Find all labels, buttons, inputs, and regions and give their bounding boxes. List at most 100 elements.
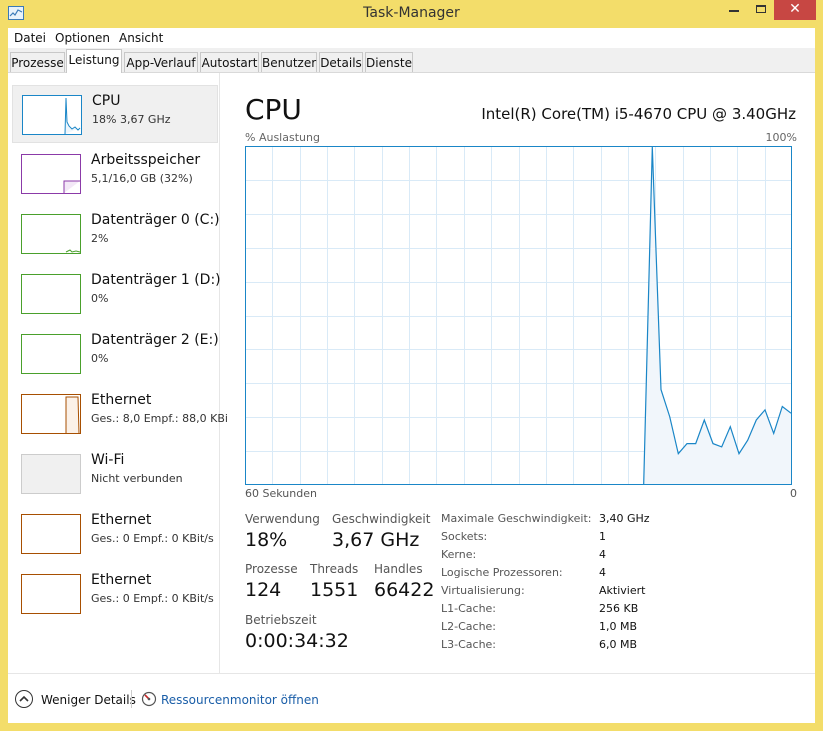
tab-leistung[interactable]: Leistung	[66, 49, 122, 73]
cpu-model-name: Intel(R) Core(TM) i5-4670 CPU @ 3.40GHz	[481, 105, 796, 123]
sidebar-item-label: Datenträger 2 (E:)	[91, 332, 219, 348]
maximize-icon	[756, 5, 766, 13]
minimize-icon	[729, 10, 739, 12]
chevron-up-icon[interactable]	[15, 690, 33, 708]
ethernet-1-thumbnail-graph	[21, 394, 81, 434]
spec-value: 256 KB	[599, 602, 639, 615]
stat-label-verwendung: Verwendung	[245, 512, 320, 526]
stat-label-geschwindigkeit: Geschwindigkeit	[332, 512, 431, 526]
maximize-button[interactable]	[748, 0, 774, 20]
graph-x-left-label: 60 Sekunden	[245, 487, 317, 500]
sidebar-item-ethernet-3[interactable]: Ethernet Ges.: 0 Empf.: 0 KBit/s	[12, 565, 218, 623]
stat-value-threads: 1551	[310, 579, 359, 601]
sidebar-item-cpu[interactable]: CPU 18% 3,67 GHz	[12, 85, 218, 143]
sidebar-item-value: 0%	[91, 352, 109, 365]
tab-bar: Prozesse Leistung App-Verlauf Autostart …	[8, 48, 815, 73]
spec-value: 4	[599, 548, 606, 561]
graph-x-right-label: 0	[790, 487, 797, 500]
spec-label: L2-Cache:	[441, 620, 497, 633]
spec-label: L3-Cache:	[441, 638, 497, 651]
cpu-thumbnail-graph	[22, 95, 82, 135]
spec-label: Maximale Geschwindigkeit:	[441, 512, 592, 525]
tab-prozesse[interactable]: Prozesse	[10, 52, 65, 72]
disk-2-thumbnail-graph	[21, 334, 81, 374]
stat-label-prozesse: Prozesse	[245, 562, 298, 576]
tab-autostart[interactable]: Autostart	[200, 52, 259, 72]
stat-label-betriebszeit: Betriebszeit	[245, 613, 317, 627]
stat-value-verwendung: 18%	[245, 529, 288, 551]
resource-monitor-link[interactable]: Ressourcenmonitor öffnen	[161, 693, 319, 707]
footer-bar: Weniger Details Ressourcenmonitor öffnen	[8, 673, 815, 724]
sidebar-item-value: 0%	[91, 292, 109, 305]
spec-value: 1	[599, 530, 606, 543]
sidebar-item-value: 2%	[91, 232, 109, 245]
ethernet-2-thumbnail-graph	[21, 514, 81, 554]
tab-dienste[interactable]: Dienste	[365, 52, 413, 72]
spec-value: 3,40 GHz	[599, 512, 650, 525]
ethernet-3-thumbnail-graph	[21, 574, 81, 614]
sidebar-item-value: Ges.: 0 Empf.: 0 KBit/s	[91, 532, 214, 545]
title-bar[interactable]: Task-Manager ✕	[0, 0, 823, 28]
sidebar-item-disk-2[interactable]: Datenträger 2 (E:) 0%	[12, 325, 219, 383]
sidebar-item-arbeitsspeicher[interactable]: Arbeitsspeicher 5,1/16,0 GB (32%)	[12, 145, 218, 203]
minimize-button[interactable]	[720, 0, 748, 20]
sidebar-item-ethernet-2[interactable]: Ethernet Ges.: 0 Empf.: 0 KBit/s	[12, 505, 218, 563]
cpu-detail-panel: CPU Intel(R) Core(TM) i5-4670 CPU @ 3.40…	[245, 73, 797, 673]
sidebar-item-value: Ges.: 0 Empf.: 0 KBit/s	[91, 592, 214, 605]
footer-divider	[131, 690, 132, 708]
menu-optionen[interactable]: Optionen	[55, 31, 110, 45]
spec-label: Sockets:	[441, 530, 488, 543]
resource-sidebar: CPU 18% 3,67 GHz Arbeitsspeicher 5,1/16,…	[8, 73, 228, 673]
stat-value-handles: 66422	[374, 579, 435, 601]
sidebar-item-label: CPU	[92, 93, 121, 109]
resource-monitor-icon[interactable]	[141, 691, 157, 707]
graph-y-max-label: 100%	[765, 131, 797, 144]
disk-0-thumbnail-graph	[21, 214, 81, 254]
sidebar-item-label: Ethernet	[91, 392, 152, 408]
wifi-thumbnail-graph	[21, 454, 81, 494]
stat-value-geschwindigkeit: 3,67 GHz	[332, 529, 420, 551]
tab-app-verlauf[interactable]: App-Verlauf	[124, 52, 198, 72]
page-title: CPU	[245, 93, 302, 126]
disk-1-thumbnail-graph	[21, 274, 81, 314]
sidebar-item-value: 5,1/16,0 GB (32%)	[91, 172, 193, 185]
tab-details[interactable]: Details	[319, 52, 363, 72]
window-title: Task-Manager	[363, 5, 460, 21]
sidebar-item-value: 18% 3,67 GHz	[92, 113, 171, 126]
spec-label: Kerne:	[441, 548, 477, 561]
sidebar-item-disk-1[interactable]: Datenträger 1 (D:) 0%	[12, 265, 221, 323]
spec-value: 1,0 MB	[599, 620, 638, 633]
graph-y-label: % Auslastung	[245, 131, 320, 144]
sidebar-item-label: Arbeitsspeicher	[91, 152, 201, 168]
sidebar-item-value: Ges.: 8,0 Empf.: 88,0 KBi	[91, 412, 228, 425]
sidebar-item-label: Ethernet	[91, 512, 152, 528]
spec-label: Logische Prozessoren:	[441, 566, 563, 579]
spec-value: Aktiviert	[599, 584, 646, 597]
sidebar-item-label: Datenträger 0 (C:)	[91, 212, 220, 228]
stat-value-betriebszeit: 0:00:34:32	[245, 630, 349, 652]
fewer-details-link[interactable]: Weniger Details	[41, 693, 136, 707]
close-button[interactable]: ✕	[774, 0, 816, 20]
stat-value-prozesse: 124	[245, 579, 282, 601]
sidebar-item-label: Wi-Fi	[91, 452, 125, 468]
menu-ansicht[interactable]: Ansicht	[119, 31, 163, 45]
spec-value: 4	[599, 566, 606, 579]
sidebar-item-label: Datenträger 1 (D:)	[91, 272, 221, 288]
stat-label-handles: Handles	[374, 562, 423, 576]
stat-label-threads: Threads	[310, 562, 359, 576]
spec-label: Virtualisierung:	[441, 584, 525, 597]
menu-datei[interactable]: Datei	[14, 31, 46, 45]
client-area: Datei Optionen Ansicht Prozesse Leistung…	[8, 28, 815, 723]
tab-benutzer[interactable]: Benutzer	[261, 52, 317, 72]
sidebar-item-ethernet-1[interactable]: Ethernet Ges.: 8,0 Empf.: 88,0 KBi	[12, 385, 228, 443]
sidebar-item-disk-0[interactable]: Datenträger 0 (C:) 2%	[12, 205, 220, 263]
spec-value: 6,0 MB	[599, 638, 638, 651]
sidebar-item-wifi[interactable]: Wi-Fi Nicht verbunden	[12, 445, 218, 503]
sidebar-item-value: Nicht verbunden	[91, 472, 183, 485]
task-manager-window: Task-Manager ✕ Datei Optionen Ansicht Pr…	[0, 0, 823, 731]
menu-bar: Datei Optionen Ansicht	[8, 28, 815, 48]
spec-label: L1-Cache:	[441, 602, 497, 615]
close-icon: ✕	[789, 1, 801, 17]
cpu-usage-graph	[245, 146, 792, 485]
memory-thumbnail-graph	[21, 154, 81, 194]
